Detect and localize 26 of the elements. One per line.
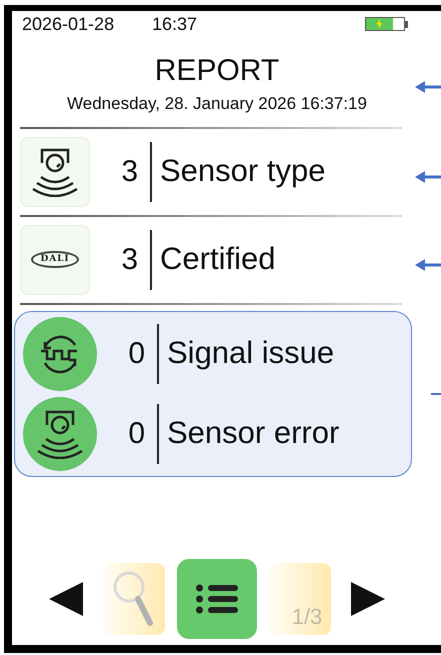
count: 3 [120,154,139,190]
annotation-arrow-icon [415,259,441,271]
page-title: REPORT [154,53,280,89]
status-time: 16:37 [152,12,198,36]
left-triangle-icon [49,582,83,616]
pages-tab[interactable]: 1/3 [269,563,331,635]
magnifier-icon [112,569,156,629]
annotation-arrow-icon [415,81,441,93]
list-icon [196,584,238,614]
count: 0 [127,416,146,452]
count: 0 [127,336,146,372]
annotation-arrow-icon [415,171,441,183]
report-timestamp: Wednesday, 28. January 2026 16:37:19 [66,93,368,115]
row-label: Sensor type [159,152,326,190]
row-label: Certified [159,240,276,278]
dali-logo: DALI [30,250,80,268]
status-date: 2026-01-28 [22,12,116,36]
sensor-icon [32,146,78,196]
battery-icon [365,17,405,31]
page-indicator: 1/3 [292,603,322,631]
list-tab[interactable] [177,559,257,639]
row-label: Signal issue [166,334,334,372]
right-triangle-icon [351,582,385,616]
row-label: Sensor error [166,414,340,452]
count: 3 [120,242,139,278]
sensor-icon [37,408,83,458]
